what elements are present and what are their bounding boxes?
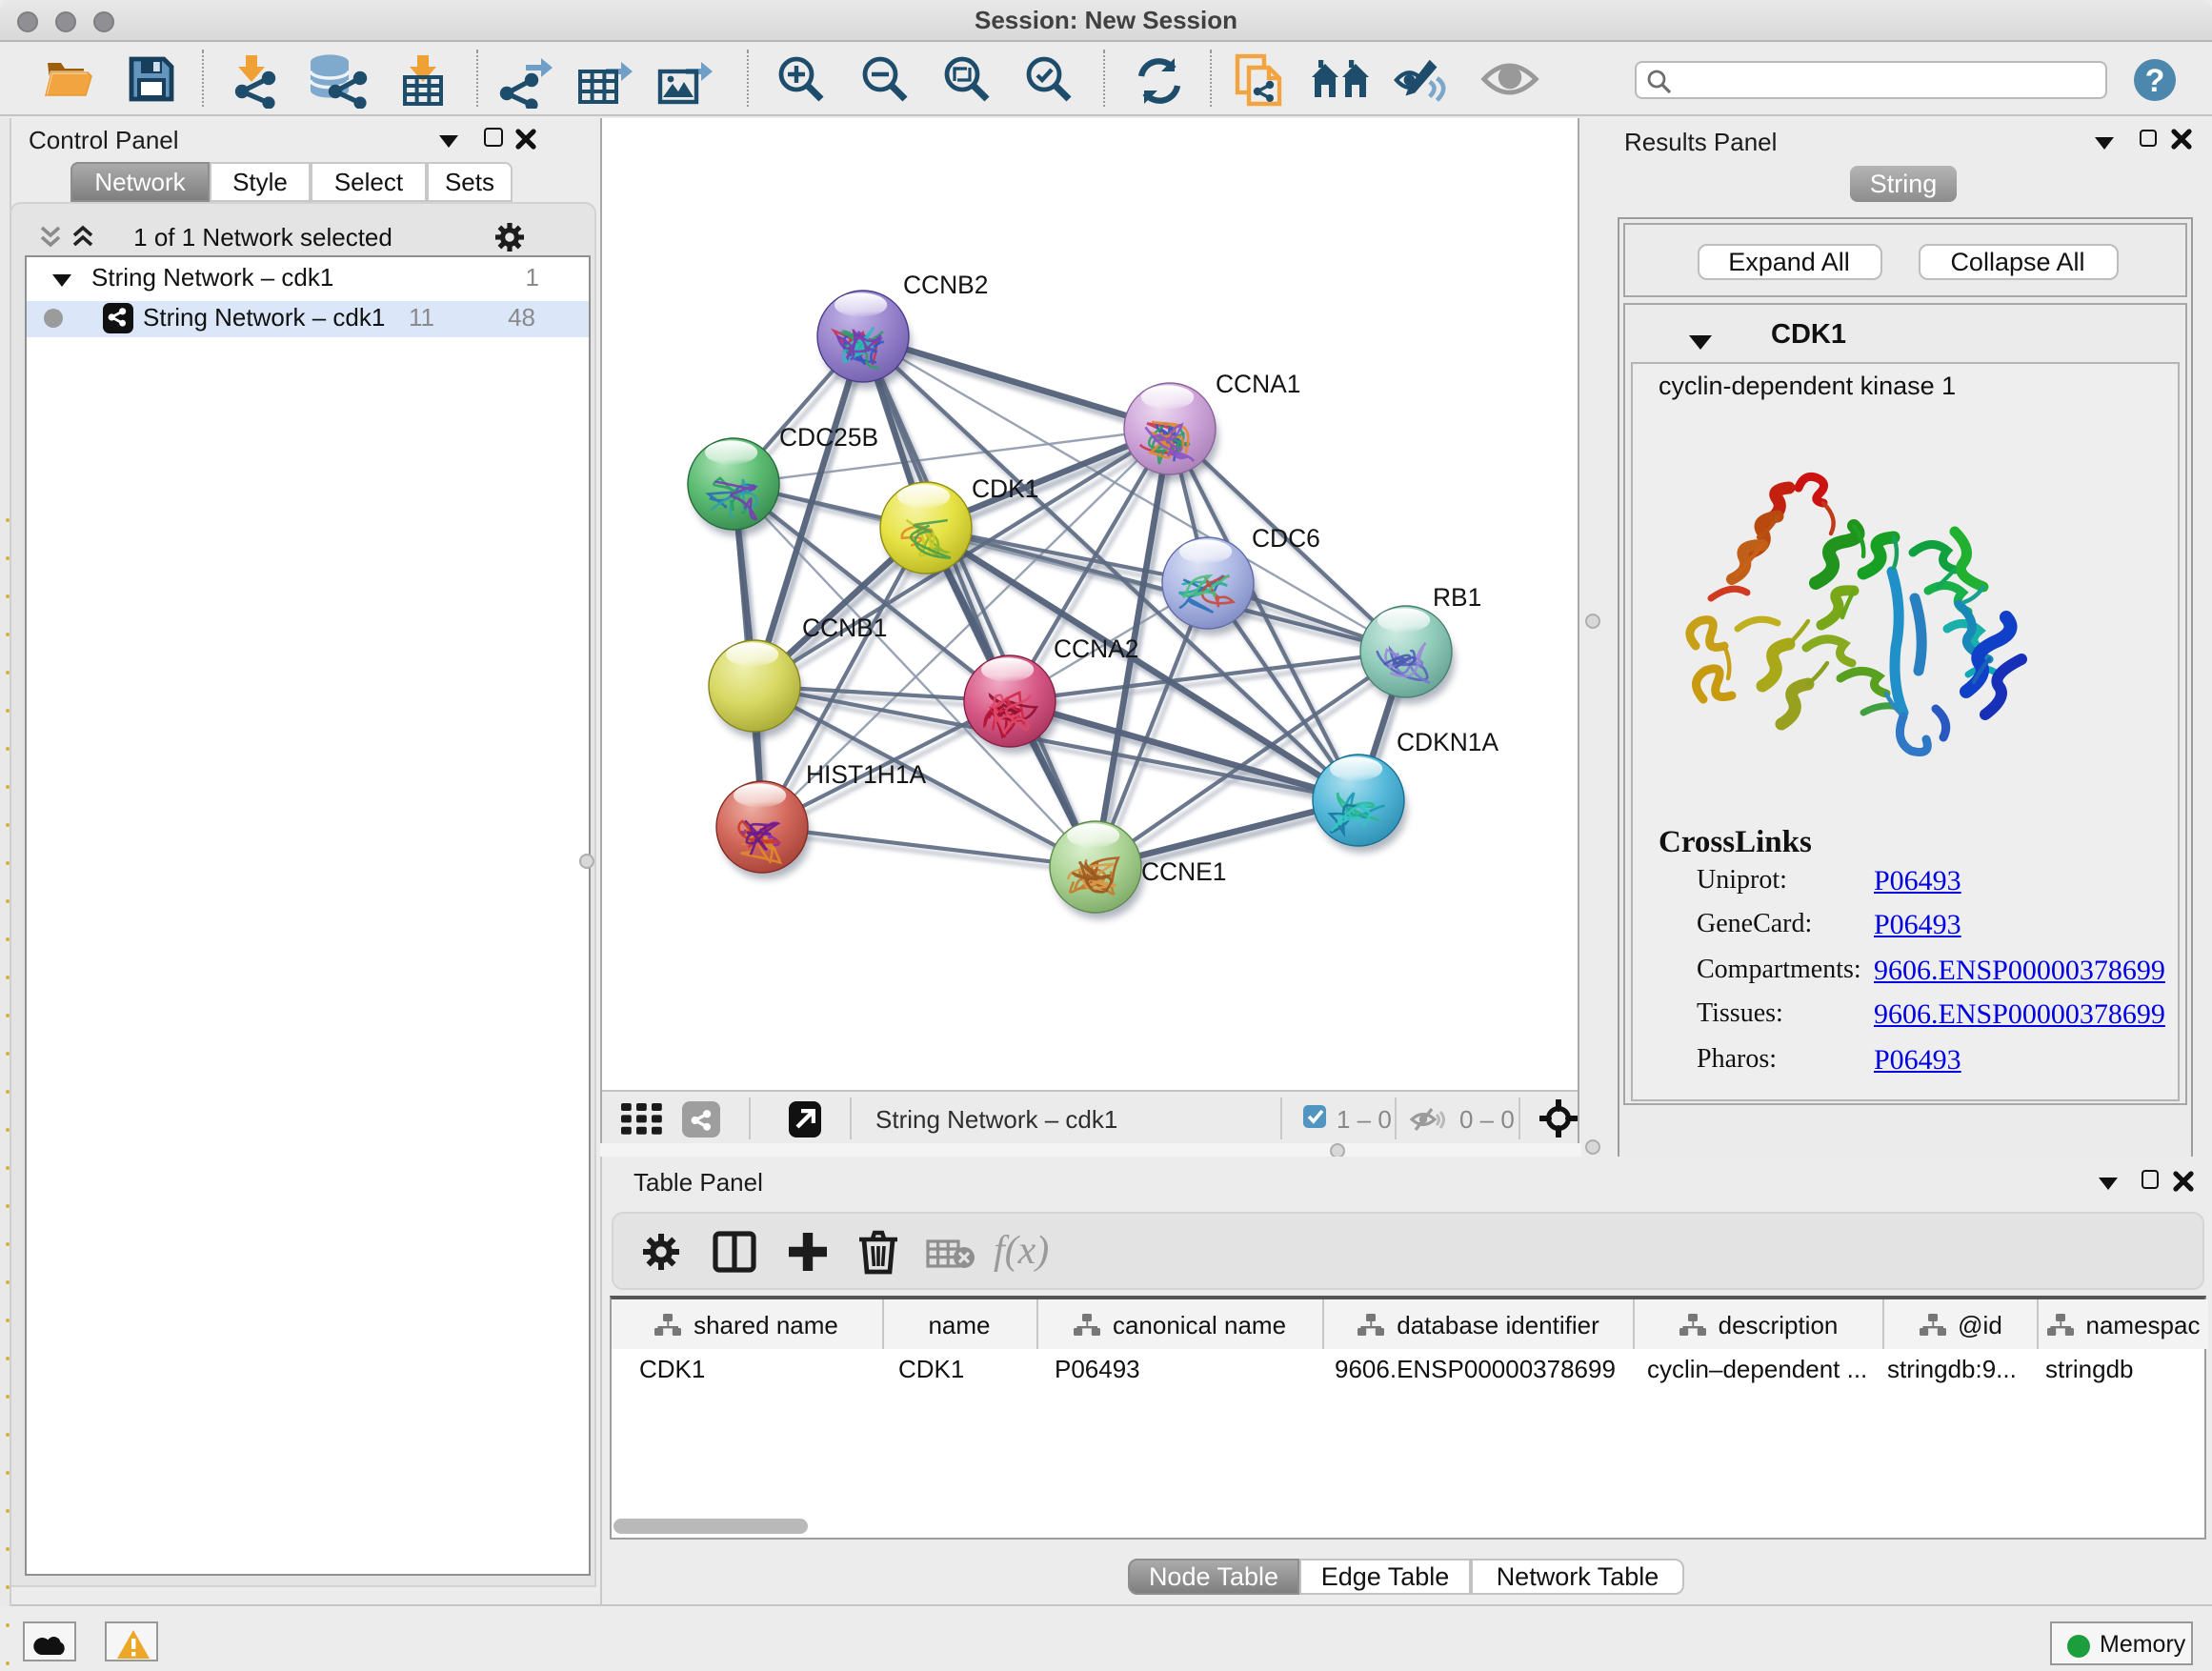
svg-text:CDKN1A: CDKN1A [1396, 727, 1498, 755]
svg-text:RB1: RB1 [1432, 582, 1480, 611]
svg-text:HIST1H1A: HIST1H1A [805, 759, 926, 788]
svg-text:CCNA1: CCNA1 [1215, 369, 1299, 397]
svg-text:CDK1: CDK1 [971, 473, 1037, 502]
svg-text:CCNE1: CCNE1 [1140, 856, 1225, 885]
svg-text:CCNA2: CCNA2 [1053, 634, 1137, 662]
svg-text:CCNB2: CCNB2 [902, 270, 987, 298]
svg-text:CCNB1: CCNB1 [801, 613, 886, 641]
svg-text:CDC6: CDC6 [1251, 523, 1319, 552]
svg-text:CDC25B: CDC25B [778, 422, 877, 451]
